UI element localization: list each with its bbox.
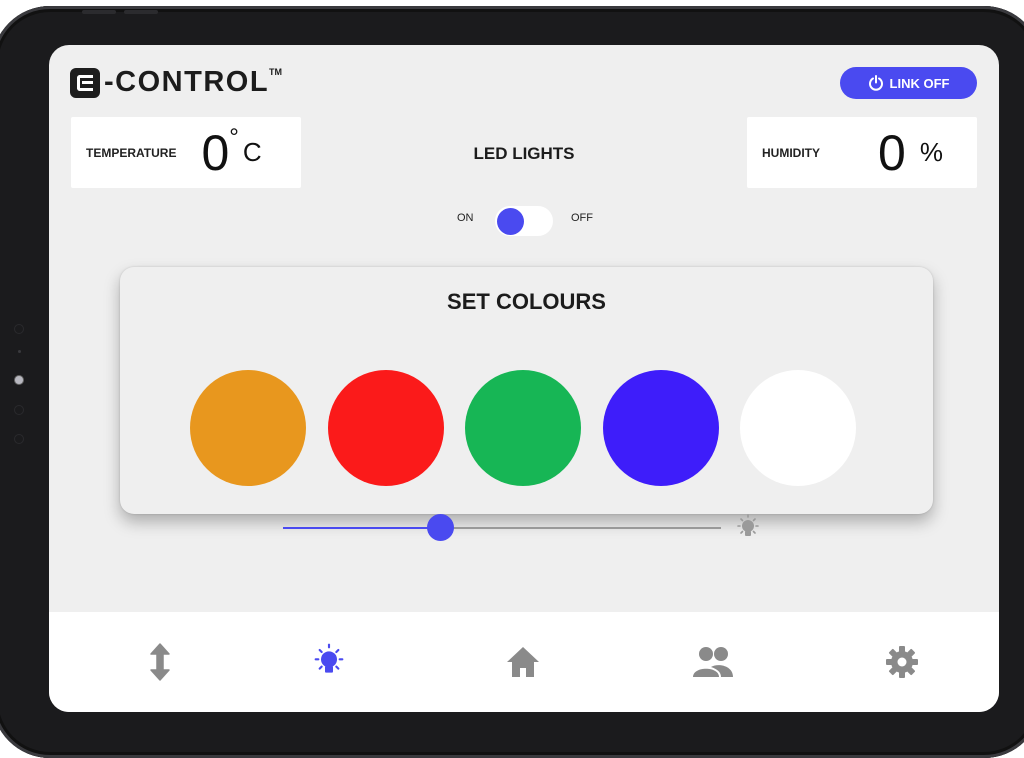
humidity-card: HUMIDITY 0 % (747, 117, 977, 188)
link-off-button[interactable]: LINK OFF (840, 67, 977, 99)
lightbulb-icon (314, 643, 344, 673)
slider-track (441, 527, 721, 529)
humidity-value: 0 (878, 124, 906, 181)
set-colours-panel: SET COLOURS (120, 267, 933, 514)
nav-lights-button[interactable] (307, 640, 351, 684)
users-icon (693, 647, 733, 677)
led-power-toggle[interactable] (495, 206, 553, 236)
led-toggle-row: ON OFF (449, 206, 609, 236)
brightness-slider[interactable] (283, 513, 773, 543)
app-screen: -CONTROL TM LINK OFF TEMPERATURE 0 ° C L… (49, 45, 999, 712)
sensor-dot (18, 350, 21, 353)
humidity-unit: % (919, 137, 943, 167)
nav-move-button[interactable] (138, 640, 182, 684)
colour-swatch-orange[interactable] (190, 370, 306, 486)
lightbulb-icon (737, 514, 759, 536)
logo-c-icon (70, 67, 100, 98)
temperature-value: 0 (201, 124, 230, 181)
nav-settings-button[interactable] (880, 640, 924, 684)
sensor-dot (14, 405, 24, 415)
humidity-label: HUMIDITY (762, 145, 820, 160)
sensor-dot (14, 324, 24, 334)
gear-icon (886, 646, 918, 678)
slider-track-fill (283, 527, 441, 529)
temperature-unit: C (242, 137, 262, 167)
colour-swatch-red[interactable] (328, 370, 444, 486)
colour-swatch-green[interactable] (465, 370, 581, 486)
updown-arrow-icon (150, 643, 170, 681)
colour-swatch-blue[interactable] (603, 370, 719, 486)
power-icon (868, 75, 883, 91)
logo-text: -CONTROL (104, 66, 270, 98)
nav-users-button[interactable] (691, 640, 735, 684)
volume-button (82, 10, 116, 14)
temperature-card: TEMPERATURE 0 ° C (71, 117, 301, 188)
bottom-nav-bar (49, 612, 999, 712)
toggle-knob (497, 208, 524, 235)
home-icon (507, 647, 539, 677)
camera-icon (14, 375, 24, 385)
degree-symbol: ° (229, 124, 239, 151)
slider-thumb[interactable] (427, 514, 454, 541)
toggle-on-label: ON (457, 212, 474, 224)
led-lights-title: LED LIGHTS (473, 144, 575, 163)
volume-button (124, 10, 158, 14)
toggle-off-label: OFF (571, 212, 593, 224)
set-colours-title: SET COLOURS (447, 289, 606, 314)
link-button-label: LINK OFF (889, 75, 950, 91)
logo-trademark: TM (269, 67, 283, 77)
temperature-label: TEMPERATURE (86, 145, 177, 160)
brand-logo: -CONTROL TM (70, 66, 282, 99)
colour-swatch-white[interactable] (740, 370, 856, 486)
nav-home-button[interactable] (501, 640, 545, 684)
sensor-dot (14, 434, 24, 444)
